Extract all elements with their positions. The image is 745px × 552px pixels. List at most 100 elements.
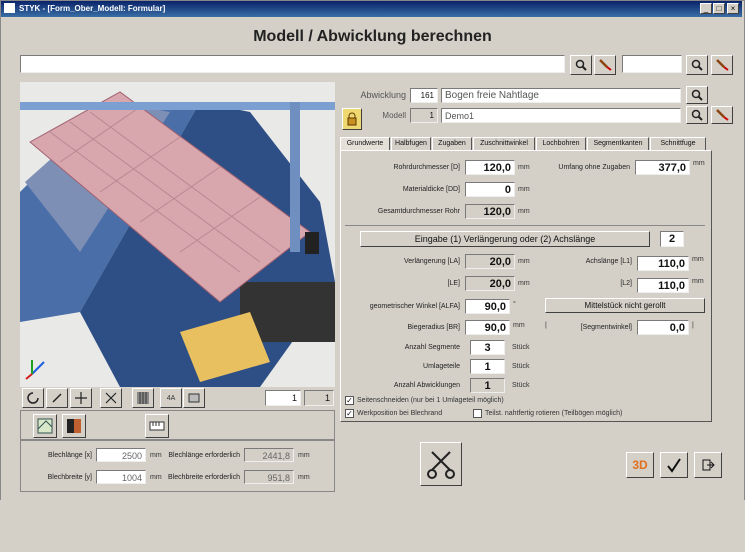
achslaenge-label: Achslänge [L1] bbox=[585, 258, 632, 265]
tab-schnittfuge[interactable]: Schnittfuge bbox=[650, 137, 706, 150]
modell-name[interactable]: Demo1 bbox=[441, 108, 681, 123]
werkposition-checkbox[interactable]: ✓ bbox=[345, 409, 354, 418]
modell-number: 1 bbox=[410, 108, 438, 123]
biegeradius-field[interactable]: 90,0 bbox=[465, 320, 510, 335]
gesamt-label: Gesamtdurchmesser Rohr bbox=[377, 208, 460, 215]
abwicklung-search-button[interactable] bbox=[686, 86, 708, 104]
pan-button[interactable] bbox=[70, 388, 92, 408]
umlageteile-unit: Stück bbox=[512, 363, 530, 370]
tag-label: 4A bbox=[166, 394, 176, 402]
achslaenge-field[interactable]: 110,0 bbox=[637, 256, 689, 271]
lock-button[interactable] bbox=[342, 108, 362, 130]
layer-count: 1 bbox=[304, 390, 334, 406]
blechbreite-field[interactable]: 1004 bbox=[96, 470, 146, 484]
teilst-checkbox[interactable] bbox=[473, 409, 482, 418]
layer-spinner[interactable]: 1 bbox=[265, 390, 301, 406]
title-bar: STYK - [Form_Ober_Modell: Formular] bbox=[1, 1, 742, 17]
magnifier-icon bbox=[691, 109, 703, 121]
tab-zuschnittwinkel[interactable]: Zuschnittwinkel bbox=[473, 137, 535, 150]
layout-icon bbox=[37, 418, 53, 434]
eingabe-button[interactable]: Eingabe (1) Verlängerung oder (2) Achslä… bbox=[360, 231, 650, 247]
texture-button[interactable] bbox=[62, 414, 86, 438]
l2-field[interactable]: 110,0 bbox=[637, 278, 689, 293]
search-secondary-button[interactable] bbox=[686, 55, 708, 75]
rohrdurchmesser-label: Rohrdurchmesser [D] bbox=[393, 164, 460, 171]
abwicklung-number[interactable]: 161 bbox=[410, 88, 438, 103]
layout-button[interactable] bbox=[33, 414, 57, 438]
abwicklungen-label: Anzahl Abwicklungen bbox=[393, 382, 460, 389]
pick-secondary-button[interactable] bbox=[711, 55, 733, 75]
pick-button[interactable] bbox=[594, 55, 616, 75]
tab-halbfugen[interactable]: Halbfugen bbox=[391, 137, 431, 150]
rohrdurchmesser-field[interactable]: 120,0 bbox=[465, 160, 515, 175]
exit-button[interactable] bbox=[694, 452, 722, 478]
status-area bbox=[0, 500, 745, 552]
3d-button[interactable]: 3D bbox=[626, 452, 654, 478]
umfang-label: Umfang ohne Zugaben bbox=[558, 164, 630, 171]
search-button[interactable] bbox=[570, 55, 592, 75]
cut-button[interactable] bbox=[420, 442, 462, 486]
seitenschneiden-label: Seitenschneiden (nur bei 1 Umlageteil mö… bbox=[357, 397, 504, 404]
umfang-unit: mm bbox=[693, 160, 705, 167]
close-button[interactable]: × bbox=[727, 3, 739, 14]
le-label: [LE] bbox=[447, 280, 460, 287]
segmente-field[interactable]: 3 bbox=[470, 340, 505, 355]
werkposition-label: Werkposition bei Blechrand bbox=[357, 410, 443, 417]
laenge-erf-label: Blechlänge erforderlich bbox=[168, 452, 240, 459]
tab-grundwerte[interactable]: Grundwerte bbox=[340, 137, 390, 150]
machine-3d-icon bbox=[20, 91, 335, 387]
tab-lochbohren[interactable]: Lochbohren bbox=[536, 137, 586, 150]
modell-label: Modell bbox=[382, 111, 406, 120]
tab-zugaben[interactable]: Zugaben bbox=[432, 137, 472, 150]
search-secondary-input[interactable] bbox=[622, 55, 682, 73]
rotate-icon bbox=[27, 392, 39, 404]
biegeradius-unit: mm bbox=[513, 322, 525, 329]
achslaenge-unit: mm bbox=[692, 256, 704, 263]
blechlaenge-label: Blechlänge [x] bbox=[48, 452, 92, 459]
measure-button[interactable] bbox=[145, 414, 169, 438]
gesamt-unit: mm bbox=[518, 208, 530, 215]
segmente-unit: Stück bbox=[512, 344, 530, 351]
le-field: 20,0 bbox=[465, 276, 515, 291]
abwicklung-name[interactable]: Bogen freie Nahtlage bbox=[441, 88, 681, 103]
blechbreite-label: Blechbreite [y] bbox=[47, 474, 92, 481]
search-input[interactable] bbox=[20, 55, 565, 73]
segmentwinkel-bracket: | bbox=[692, 322, 694, 329]
blechlaenge-field[interactable]: 2500 bbox=[96, 448, 146, 462]
zoom-button[interactable] bbox=[46, 388, 68, 408]
zoom-arrow-icon bbox=[52, 393, 62, 403]
page-title: Modell / Abwicklung berechnen bbox=[253, 28, 492, 45]
magnifier-icon bbox=[575, 59, 587, 71]
winkel-field[interactable]: 90,0 bbox=[465, 299, 510, 314]
umlageteile-field[interactable]: 1 bbox=[470, 359, 505, 374]
grid-button[interactable] bbox=[132, 388, 154, 408]
app-icon bbox=[4, 3, 15, 13]
eingabe-field[interactable]: 2 bbox=[660, 231, 684, 247]
texture-icon bbox=[67, 419, 81, 433]
winkel-unit: ° bbox=[513, 301, 516, 308]
magnifier-icon bbox=[691, 89, 703, 101]
breite-erf-field: 951,8 bbox=[244, 470, 294, 484]
teilst-label: Teilst. nahtfertig rotieren (Teilbögen m… bbox=[485, 410, 623, 417]
modell-search-button[interactable] bbox=[686, 106, 708, 124]
seitenschneiden-checkbox[interactable]: ✓ bbox=[345, 396, 354, 405]
minimize-button[interactable]: _ bbox=[700, 3, 712, 14]
modell-pick-button[interactable] bbox=[711, 106, 733, 124]
materialdicke-field[interactable]: 0 bbox=[465, 182, 515, 197]
pick-tool-icon bbox=[599, 59, 612, 71]
umlageteile-label: Umlageteile bbox=[423, 363, 460, 370]
lock-icon bbox=[347, 112, 357, 126]
tag-button[interactable]: 4A bbox=[160, 388, 182, 408]
axes-icon bbox=[24, 356, 48, 382]
l2-label: [L2] bbox=[620, 280, 632, 287]
tab-segmentkanten[interactable]: Segmentkanten bbox=[587, 137, 649, 150]
maximize-button[interactable]: □ bbox=[713, 3, 725, 14]
fit-button[interactable] bbox=[100, 388, 122, 408]
view-mode-button[interactable] bbox=[183, 388, 205, 408]
scissors-icon bbox=[427, 451, 455, 479]
ok-button[interactable] bbox=[660, 452, 688, 478]
3d-viewport[interactable] bbox=[20, 82, 335, 387]
mittelstueck-button[interactable]: Mittelstück nicht gerollt bbox=[545, 298, 705, 313]
rotate-button[interactable] bbox=[22, 388, 44, 408]
biegeradius-label: Biegeradius [BR] bbox=[407, 324, 460, 331]
